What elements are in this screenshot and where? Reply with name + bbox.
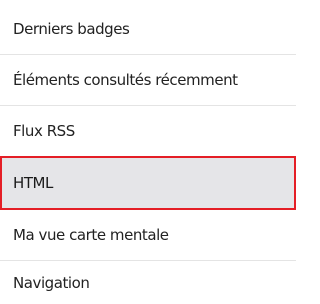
- menu-list: Derniers badges Éléments consultés récem…: [0, 0, 296, 304]
- menu-item-label: Navigation: [13, 273, 90, 292]
- menu-item-label: Derniers badges: [13, 20, 130, 38]
- menu-item-navigation[interactable]: Navigation: [0, 261, 296, 304]
- menu-item-elements-consultes-recemment[interactable]: Éléments consultés récemment: [0, 55, 296, 106]
- menu-item-label: HTML: [13, 174, 53, 192]
- menu-item-derniers-badges[interactable]: Derniers badges: [0, 4, 296, 55]
- menu-item-html[interactable]: HTML: [0, 156, 296, 210]
- menu-item-label: Ma vue carte mentale: [13, 226, 169, 244]
- menu-item-ma-vue-carte-mentale[interactable]: Ma vue carte mentale: [0, 210, 296, 261]
- menu-item-flux-rss[interactable]: Flux RSS: [0, 106, 296, 157]
- menu-item-label: Flux RSS: [13, 122, 75, 140]
- menu-item-label: Éléments consultés récemment: [13, 71, 238, 89]
